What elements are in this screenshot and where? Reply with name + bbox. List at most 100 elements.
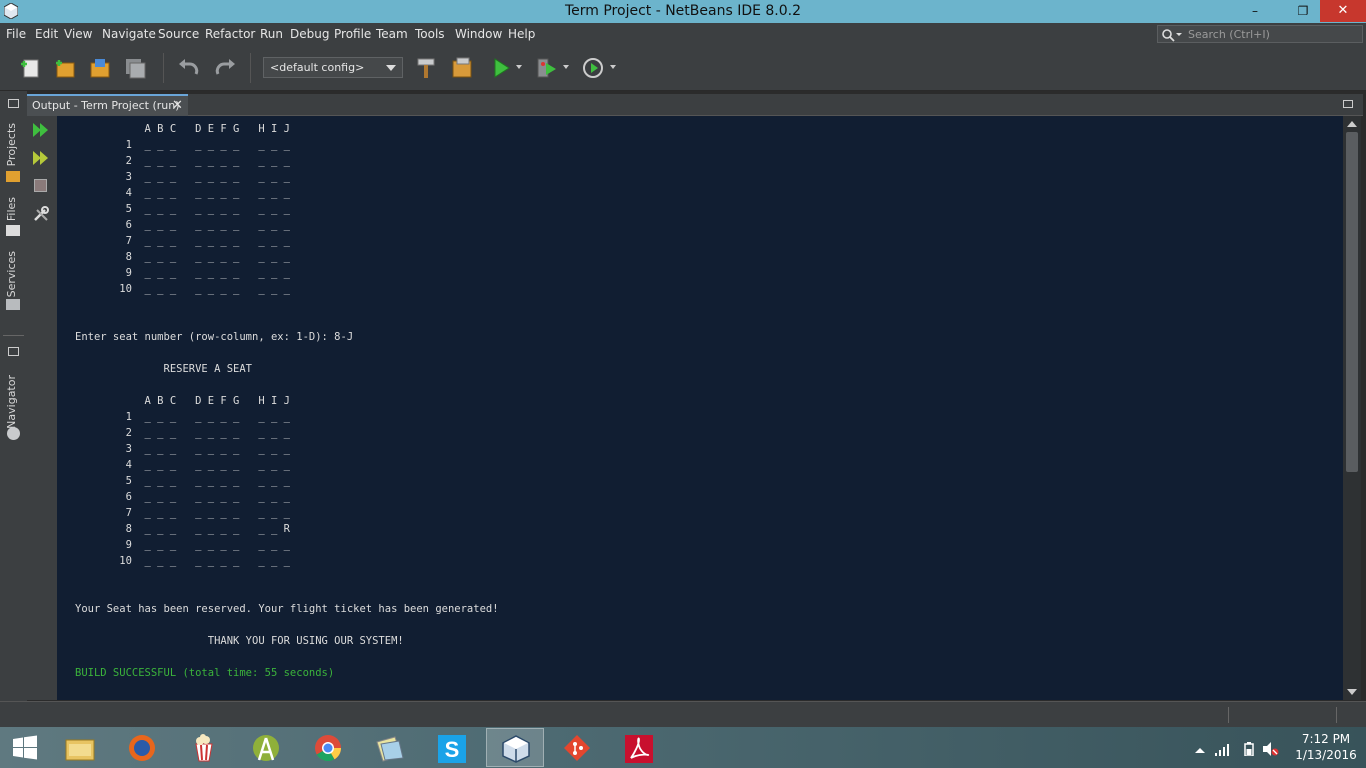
scrollbar-thumb[interactable] [1346, 132, 1358, 472]
tab-output-label: Output - Term Project (run) [32, 99, 180, 112]
system-clock[interactable]: 7:12 PM 1/13/2016 [1290, 731, 1362, 763]
run-dropdown-chevron-icon[interactable] [516, 65, 522, 69]
taskbar-notes-folder[interactable] [361, 728, 419, 767]
tab-output[interactable]: Output - Term Project (run) ✕ [27, 94, 188, 116]
settings-tools-icon[interactable] [33, 206, 49, 226]
taskbar-skype[interactable]: S [423, 728, 481, 767]
output-console[interactable]: A B C D E F G H I J 1 _ _ _ _ _ _ _ _ _ … [57, 116, 1343, 700]
sidebar-tab-navigator[interactable]: Navigator [5, 375, 18, 429]
console-line: 3 _ _ _ _ _ _ _ _ _ _ [75, 443, 290, 455]
network-signal-icon[interactable] [1215, 741, 1231, 760]
tab-close-icon[interactable]: ✕ [172, 98, 183, 113]
tray-show-hidden-icon[interactable] [1195, 741, 1205, 760]
console-line: 9 _ _ _ _ _ _ _ _ _ _ [75, 539, 290, 551]
restore-button[interactable]: ❐ [1288, 0, 1318, 22]
console-line: 3 _ _ _ _ _ _ _ _ _ _ [75, 171, 290, 183]
menu-run[interactable]: Run [260, 27, 283, 41]
svg-text:S: S [445, 737, 460, 762]
menu-tools[interactable]: Tools [415, 27, 445, 41]
console-line: 4 _ _ _ _ _ _ _ _ _ _ [75, 187, 290, 199]
volume-muted-icon[interactable] [1263, 741, 1279, 760]
status-divider [1336, 707, 1337, 723]
start-button[interactable] [0, 728, 50, 767]
sidebar-tab-files[interactable]: Files [5, 197, 18, 221]
menu-file[interactable]: File [6, 27, 26, 41]
left-sidebar: Projects Files Services Navigator [0, 91, 27, 701]
console-line: 7 _ _ _ _ _ _ _ _ _ _ [75, 507, 290, 519]
console-line: 7 _ _ _ _ _ _ _ _ _ _ [75, 235, 290, 247]
redo-icon[interactable] [212, 55, 238, 81]
clock-date: 1/13/2016 [1295, 748, 1357, 762]
menu-edit[interactable]: Edit [35, 27, 58, 41]
menu-team[interactable]: Team [376, 27, 408, 41]
run-icon[interactable] [489, 55, 515, 81]
scroll-up-icon[interactable] [1347, 121, 1357, 127]
console-line: 8 _ _ _ _ _ _ _ _ _ R [75, 523, 290, 535]
close-button[interactable]: ✕ [1320, 0, 1366, 22]
menu-refactor[interactable]: Refactor [205, 27, 255, 41]
console-line: 10 _ _ _ _ _ _ _ _ _ _ [75, 283, 290, 295]
undo-icon[interactable] [176, 55, 202, 81]
minimize-button[interactable]: – [1240, 0, 1270, 22]
menu-source[interactable]: Source [158, 27, 199, 41]
taskbar-firefox[interactable] [113, 728, 171, 767]
open-project-icon[interactable] [87, 55, 113, 81]
debug-icon[interactable] [534, 55, 560, 81]
console-line: 8 _ _ _ _ _ _ _ _ _ _ [75, 251, 290, 263]
profile-icon[interactable] [580, 55, 606, 81]
clock-time: 7:12 PM [1301, 732, 1351, 746]
toolbar-separator [163, 53, 164, 83]
profile-dropdown-chevron-icon[interactable] [610, 65, 616, 69]
taskbar-netbeans[interactable] [486, 728, 544, 767]
menu-debug[interactable]: Debug [290, 27, 329, 41]
navigator-restore-icon[interactable] [8, 347, 19, 356]
new-file-icon[interactable] [17, 55, 43, 81]
toolbar-separator [250, 53, 251, 83]
menu-view[interactable]: View [64, 27, 92, 41]
status-bar [0, 701, 1366, 727]
search-placeholder: Search (Ctrl+I) [1188, 28, 1270, 41]
stop-icon[interactable] [34, 179, 47, 192]
menu-window[interactable]: Window [455, 27, 502, 41]
taskbar-file-explorer[interactable] [51, 728, 109, 767]
minimize-window-group-icon[interactable] [1343, 100, 1353, 108]
config-select[interactable]: <default config> [263, 57, 403, 78]
console-line: 6 _ _ _ _ _ _ _ _ _ _ [75, 491, 290, 503]
output-controls [27, 116, 57, 700]
taskbar-adobe-reader[interactable] [610, 728, 668, 767]
config-value: <default config> [270, 61, 365, 74]
taskbar-android-studio[interactable] [237, 728, 295, 767]
sidebar-divider [3, 335, 24, 336]
console-line: 2 _ _ _ _ _ _ _ _ _ _ [75, 155, 290, 167]
save-all-icon[interactable] [122, 55, 148, 81]
rerun-icon[interactable] [33, 122, 49, 141]
menu-profile[interactable]: Profile [334, 27, 371, 41]
output-tab-bar: Output - Term Project (run) ✕ [27, 94, 1363, 116]
rerun-with-params-icon[interactable] [33, 150, 49, 169]
sidebar-tab-services[interactable]: Services [5, 251, 18, 297]
main-toolbar: <default config> [0, 45, 1366, 91]
console-line: 2 _ _ _ _ _ _ _ _ _ _ [75, 427, 290, 439]
menu-help[interactable]: Help [508, 27, 535, 41]
debug-dropdown-chevron-icon[interactable] [563, 65, 569, 69]
battery-icon[interactable] [1244, 741, 1254, 760]
build-hammer-icon[interactable] [413, 55, 439, 81]
new-project-icon[interactable] [52, 55, 78, 81]
sidebar-tab-projects[interactable]: Projects [5, 123, 18, 166]
navigator-icon [7, 427, 20, 440]
status-divider [1228, 707, 1229, 723]
title-bar: Term Project - NetBeans IDE 8.0.2 – ❐ ✕ [0, 0, 1366, 23]
console-line: 6 _ _ _ _ _ _ _ _ _ _ [75, 219, 290, 231]
menu-navigate[interactable]: Navigate [102, 27, 156, 41]
chevron-down-icon [386, 65, 396, 71]
console-line: Enter seat number (row-column, ex: 1-D):… [75, 331, 354, 343]
taskbar-popcorn-app[interactable] [175, 728, 233, 767]
console-scrollbar[interactable] [1343, 116, 1361, 700]
console-line: 4 _ _ _ _ _ _ _ _ _ _ [75, 459, 290, 471]
search-input[interactable]: Search (Ctrl+I) [1157, 25, 1363, 43]
scroll-down-icon[interactable] [1347, 689, 1357, 695]
taskbar-git[interactable] [548, 728, 606, 767]
clean-build-icon[interactable] [449, 55, 475, 81]
sidebar-restore-icon[interactable] [8, 99, 19, 108]
taskbar-chrome[interactable] [299, 728, 357, 767]
